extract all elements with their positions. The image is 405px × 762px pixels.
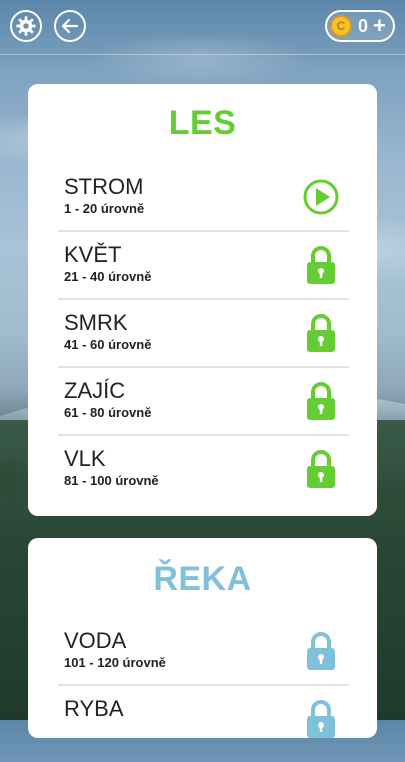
level-name: RYBA <box>64 696 124 721</box>
level-name: VODA <box>64 628 127 653</box>
level-range: 21 - 40 úrovně <box>64 269 152 284</box>
divider <box>58 230 349 232</box>
level-name: STROM <box>64 174 144 199</box>
play-icon[interactable] <box>303 177 339 217</box>
add-coins-button[interactable]: + <box>373 15 386 37</box>
lock-icon <box>307 450 335 488</box>
world-title: ŘEKA <box>153 560 252 598</box>
level-range: 61 - 80 úrovně <box>64 405 152 420</box>
divider <box>58 684 349 686</box>
level-range: 1 - 20 úrovně <box>64 201 145 216</box>
lock-icon <box>307 632 335 670</box>
level-name: SMRK <box>64 310 128 335</box>
level-range: 41 - 60 úrovně <box>64 337 152 352</box>
coin-icon: C <box>330 15 352 37</box>
back-button[interactable] <box>54 10 86 42</box>
divider <box>58 366 349 368</box>
lock-icon <box>307 314 335 352</box>
lock-icon <box>307 382 335 420</box>
level-row-ryba[interactable]: RYBA <box>58 696 349 762</box>
lock-icon <box>307 700 335 738</box>
world-card-les: LES STROM 1 - 20 úrovně KVĚT 21 - 40 úro… <box>28 84 377 516</box>
level-name: ZAJÍC <box>64 378 126 403</box>
top-bar: C 0 + <box>0 0 405 55</box>
lock-icon <box>307 246 335 284</box>
divider <box>58 434 349 436</box>
arrow-left-icon <box>61 18 79 34</box>
gear-icon <box>16 16 36 36</box>
world-title: LES <box>168 104 237 142</box>
settings-button[interactable] <box>10 10 42 42</box>
level-name: VLK <box>64 446 106 471</box>
level-range: 81 - 100 úrovně <box>64 473 159 488</box>
level-name: KVĚT <box>64 242 122 267</box>
world-card-reka: ŘEKA VODA 101 - 120 úrovně RYBA <box>28 538 377 738</box>
coin-count: 0 <box>358 16 369 36</box>
divider <box>58 298 349 300</box>
level-range: 101 - 120 úrovně <box>64 655 166 670</box>
level-row-vlk[interactable]: VLK 81 - 100 úrovně <box>58 446 349 512</box>
coin-counter[interactable]: C 0 + <box>325 10 395 42</box>
